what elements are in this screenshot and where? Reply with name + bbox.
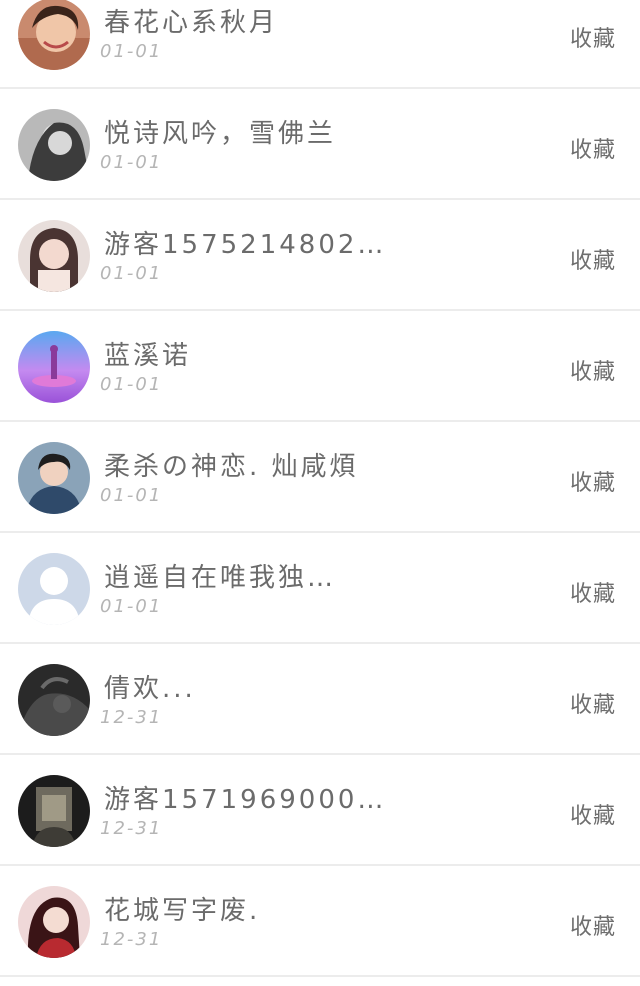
- contact-date: 12-31: [100, 818, 163, 839]
- contact-date: 01-01: [100, 485, 163, 506]
- list-item[interactable]: 游客15719690009… 12-31 收藏: [0, 755, 640, 866]
- contact-name: 花城写字废.: [104, 896, 261, 926]
- contact-date: 01-01: [100, 263, 163, 284]
- favorite-button[interactable]: 收藏: [570, 909, 616, 941]
- contact-name: 游客15752148024…: [104, 230, 394, 260]
- favorite-button[interactable]: 收藏: [570, 687, 616, 719]
- avatar[interactable]: [18, 553, 90, 625]
- contact-name: 柔杀の神恋. 灿咸煩: [104, 452, 359, 482]
- favorite-button[interactable]: 收藏: [570, 243, 616, 275]
- list-item[interactable]: 逍遥自在唯我独… 01-01 收藏: [0, 533, 640, 644]
- contact-date: 01-01: [100, 596, 163, 617]
- favorite-button[interactable]: 收藏: [570, 132, 616, 164]
- list-item[interactable]: 春花心系秋月 01-01 收藏: [0, 0, 640, 89]
- favorite-button[interactable]: 收藏: [570, 21, 616, 53]
- avatar[interactable]: [18, 220, 90, 292]
- contact-name: 悦诗风吟，雪佛兰: [104, 119, 337, 149]
- contact-name: 逍遥自在唯我独…: [104, 563, 337, 593]
- avatar[interactable]: [18, 109, 90, 181]
- contact-name: 春花心系秋月: [104, 8, 279, 38]
- list-item[interactable]: 蓝溪诺 01-01 收藏: [0, 311, 640, 422]
- avatar[interactable]: [18, 886, 90, 958]
- contact-date: 01-01: [100, 152, 163, 173]
- avatar[interactable]: [18, 0, 90, 70]
- contact-date: 01-01: [100, 41, 163, 62]
- list-item[interactable]: 倩欢... 12-31 收藏: [0, 644, 640, 755]
- favorite-button[interactable]: 收藏: [570, 798, 616, 830]
- favorite-button[interactable]: 收藏: [570, 354, 616, 386]
- contact-date: 12-31: [100, 707, 163, 728]
- list-item[interactable]: 悦诗风吟，雪佛兰 01-01 收藏: [0, 89, 640, 200]
- contact-name: 蓝溪诺: [104, 341, 192, 371]
- avatar[interactable]: [18, 775, 90, 847]
- favorite-button[interactable]: 收藏: [570, 465, 616, 497]
- list-item[interactable]: 柔杀の神恋. 灿咸煩 01-01 收藏: [0, 422, 640, 533]
- favorite-button[interactable]: 收藏: [570, 576, 616, 608]
- contact-date: 12-31: [100, 929, 163, 950]
- contact-name: 倩欢...: [104, 674, 196, 704]
- contact-date: 01-01: [100, 374, 163, 395]
- contact-list: 春花心系秋月 01-01 收藏 悦诗风吟，雪佛兰 01-01 收藏 游客1575…: [0, 0, 640, 977]
- avatar[interactable]: [18, 664, 90, 736]
- list-item[interactable]: 花城写字废. 12-31 收藏: [0, 866, 640, 977]
- avatar[interactable]: [18, 442, 90, 514]
- avatar[interactable]: [18, 331, 90, 403]
- contact-name: 游客15719690009…: [104, 785, 394, 815]
- list-item[interactable]: 游客15752148024… 01-01 收藏: [0, 200, 640, 311]
